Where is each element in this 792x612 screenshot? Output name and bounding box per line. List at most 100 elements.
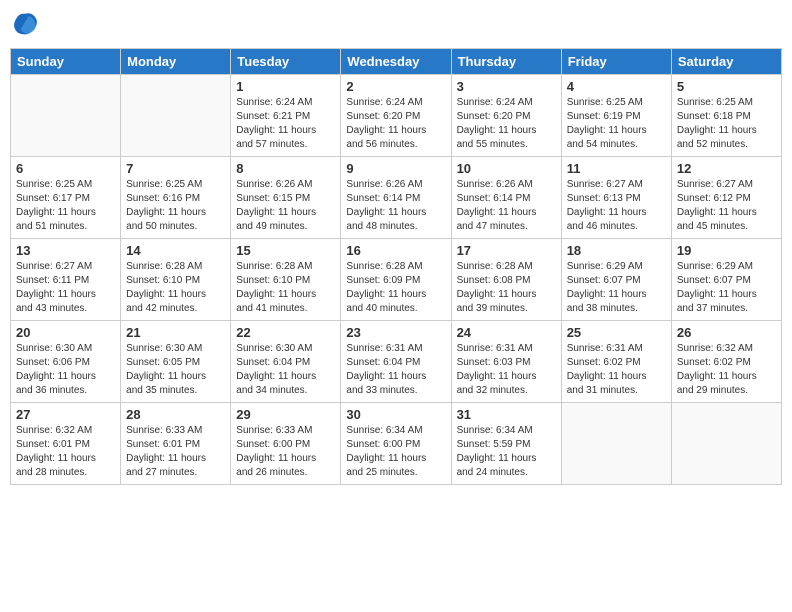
day-info: Sunrise: 6:28 AMSunset: 6:09 PMDaylight:… — [346, 260, 445, 316]
day-number: 1 — [236, 79, 335, 94]
day-info: Sunrise: 6:27 AMSunset: 6:13 PMDaylight:… — [567, 178, 666, 234]
day-info: Sunrise: 6:28 AMSunset: 6:10 PMDaylight:… — [236, 260, 335, 316]
calendar-cell: 21 Sunrise: 6:30 AMSunset: 6:05 PMDayligh… — [121, 321, 231, 403]
day-info: Sunrise: 6:24 AMSunset: 6:21 PMDaylight:… — [236, 96, 335, 152]
calendar-cell: 4 Sunrise: 6:25 AMSunset: 6:19 PMDaylight… — [561, 75, 671, 157]
day-number: 27 — [16, 407, 115, 422]
day-info: Sunrise: 6:30 AMSunset: 6:05 PMDaylight:… — [126, 342, 225, 398]
day-number: 13 — [16, 243, 115, 258]
day-info: Sunrise: 6:25 AMSunset: 6:16 PMDaylight:… — [126, 178, 225, 234]
calendar-cell: 3 Sunrise: 6:24 AMSunset: 6:20 PMDaylight… — [451, 75, 561, 157]
calendar-cell: 24Sunrise: 6:31 AMSunset: 6:03 PMDayligh… — [451, 321, 561, 403]
calendar-day-header: Thursday — [451, 49, 561, 75]
day-number: 4 — [567, 79, 666, 94]
calendar-week-row: 1 Sunrise: 6:24 AMSunset: 6:21 PMDaylight… — [11, 75, 782, 157]
calendar-day-header: Tuesday — [231, 49, 341, 75]
day-info: Sunrise: 6:28 AMSunset: 6:10 PMDaylight:… — [126, 260, 225, 316]
day-info: Sunrise: 6:25 AMSunset: 6:18 PMDaylight:… — [677, 96, 776, 152]
day-number: 14 — [126, 243, 225, 258]
calendar-cell: 7 Sunrise: 6:25 AMSunset: 6:16 PMDaylight… — [121, 157, 231, 239]
day-number: 21 — [126, 325, 225, 340]
page: SundayMondayTuesdayWednesdayThursdayFrid… — [0, 0, 792, 612]
day-info: Sunrise: 6:32 AMSunset: 6:02 PMDaylight:… — [677, 342, 776, 398]
calendar-day-header: Wednesday — [341, 49, 451, 75]
calendar-day-header: Saturday — [671, 49, 781, 75]
calendar-cell: 5 Sunrise: 6:25 AMSunset: 6:18 PMDaylight… — [671, 75, 781, 157]
day-info: Sunrise: 6:34 AMSunset: 6:00 PMDaylight:… — [346, 424, 445, 480]
day-number: 26 — [677, 325, 776, 340]
day-number: 11 — [567, 161, 666, 176]
calendar-week-row: 27 Sunrise: 6:32 AMSunset: 6:01 PMDayligh… — [11, 403, 782, 485]
day-number: 3 — [457, 79, 556, 94]
day-number: 15 — [236, 243, 335, 258]
day-number: 5 — [677, 79, 776, 94]
calendar-cell: 25 Sunrise: 6:31 AMSunset: 6:02 PMDayligh… — [561, 321, 671, 403]
day-info: Sunrise: 6:32 AMSunset: 6:01 PMDaylight:… — [16, 424, 115, 480]
day-number: 23 — [346, 325, 445, 340]
calendar-cell: 11 Sunrise: 6:27 AMSunset: 6:13 PMDayligh… — [561, 157, 671, 239]
day-number: 16 — [346, 243, 445, 258]
logo-icon — [10, 10, 40, 40]
calendar-cell: 14 Sunrise: 6:28 AMSunset: 6:10 PMDayligh… — [121, 239, 231, 321]
calendar-cell: 15 Sunrise: 6:28 AMSunset: 6:10 PMDayligh… — [231, 239, 341, 321]
calendar-cell: 29 Sunrise: 6:33 AMSunset: 6:00 PMDayligh… — [231, 403, 341, 485]
header — [10, 10, 782, 40]
day-number: 9 — [346, 161, 445, 176]
day-info: Sunrise: 6:24 AMSunset: 6:20 PMDaylight:… — [457, 96, 556, 152]
calendar-cell: 6 Sunrise: 6:25 AMSunset: 6:17 PMDaylight… — [11, 157, 121, 239]
day-info: Sunrise: 6:29 AMSunset: 6:07 PMDaylight:… — [567, 260, 666, 316]
calendar-cell — [671, 403, 781, 485]
day-number: 20 — [16, 325, 115, 340]
calendar-cell: 23 Sunrise: 6:31 AMSunset: 6:04 PMDayligh… — [341, 321, 451, 403]
calendar-cell: 19 Sunrise: 6:29 AMSunset: 6:07 PMDayligh… — [671, 239, 781, 321]
day-info: Sunrise: 6:24 AMSunset: 6:20 PMDaylight:… — [346, 96, 445, 152]
calendar-cell: 2Sunrise: 6:24 AMSunset: 6:20 PMDaylight… — [341, 75, 451, 157]
day-info: Sunrise: 6:30 AMSunset: 6:06 PMDaylight:… — [16, 342, 115, 398]
day-number: 19 — [677, 243, 776, 258]
day-number: 18 — [567, 243, 666, 258]
day-info: Sunrise: 6:25 AMSunset: 6:17 PMDaylight:… — [16, 178, 115, 234]
calendar-day-header: Friday — [561, 49, 671, 75]
calendar-day-header: Monday — [121, 49, 231, 75]
calendar-cell: 17Sunrise: 6:28 AMSunset: 6:08 PMDayligh… — [451, 239, 561, 321]
day-info: Sunrise: 6:31 AMSunset: 6:02 PMDaylight:… — [567, 342, 666, 398]
day-number: 22 — [236, 325, 335, 340]
day-number: 31 — [457, 407, 556, 422]
calendar-cell: 9Sunrise: 6:26 AMSunset: 6:14 PMDaylight… — [341, 157, 451, 239]
calendar-day-header: Sunday — [11, 49, 121, 75]
calendar-cell: 27 Sunrise: 6:32 AMSunset: 6:01 PMDayligh… — [11, 403, 121, 485]
day-info: Sunrise: 6:29 AMSunset: 6:07 PMDaylight:… — [677, 260, 776, 316]
calendar-cell: 22 Sunrise: 6:30 AMSunset: 6:04 PMDayligh… — [231, 321, 341, 403]
day-number: 30 — [346, 407, 445, 422]
day-info: Sunrise: 6:30 AMSunset: 6:04 PMDaylight:… — [236, 342, 335, 398]
calendar-header-row: SundayMondayTuesdayWednesdayThursdayFrid… — [11, 49, 782, 75]
calendar-table: SundayMondayTuesdayWednesdayThursdayFrid… — [10, 48, 782, 485]
day-number: 29 — [236, 407, 335, 422]
day-number: 8 — [236, 161, 335, 176]
calendar-cell: 20 Sunrise: 6:30 AMSunset: 6:06 PMDayligh… — [11, 321, 121, 403]
day-info: Sunrise: 6:25 AMSunset: 6:19 PMDaylight:… — [567, 96, 666, 152]
day-info: Sunrise: 6:28 AMSunset: 6:08 PMDaylight:… — [457, 260, 556, 316]
calendar-week-row: 13 Sunrise: 6:27 AMSunset: 6:11 PMDayligh… — [11, 239, 782, 321]
day-info: Sunrise: 6:33 AMSunset: 6:00 PMDaylight:… — [236, 424, 335, 480]
day-info: Sunrise: 6:34 AMSunset: 5:59 PMDaylight:… — [457, 424, 556, 480]
calendar-cell: 30 Sunrise: 6:34 AMSunset: 6:00 PMDayligh… — [341, 403, 451, 485]
day-number: 6 — [16, 161, 115, 176]
calendar-cell: 10Sunrise: 6:26 AMSunset: 6:14 PMDayligh… — [451, 157, 561, 239]
calendar-cell: 1 Sunrise: 6:24 AMSunset: 6:21 PMDaylight… — [231, 75, 341, 157]
calendar-cell — [121, 75, 231, 157]
calendar-cell: 16 Sunrise: 6:28 AMSunset: 6:09 PMDayligh… — [341, 239, 451, 321]
day-number: 7 — [126, 161, 225, 176]
day-number: 10 — [457, 161, 556, 176]
day-number: 28 — [126, 407, 225, 422]
calendar-cell — [11, 75, 121, 157]
day-number: 12 — [677, 161, 776, 176]
calendar-cell: 28 Sunrise: 6:33 AMSunset: 6:01 PMDayligh… — [121, 403, 231, 485]
calendar-cell: 8Sunrise: 6:26 AMSunset: 6:15 PMDaylight… — [231, 157, 341, 239]
day-number: 25 — [567, 325, 666, 340]
day-info: Sunrise: 6:27 AMSunset: 6:11 PMDaylight:… — [16, 260, 115, 316]
day-info: Sunrise: 6:33 AMSunset: 6:01 PMDaylight:… — [126, 424, 225, 480]
day-info: Sunrise: 6:31 AMSunset: 6:04 PMDaylight:… — [346, 342, 445, 398]
calendar-cell: 31 Sunrise: 6:34 AMSunset: 5:59 PMDayligh… — [451, 403, 561, 485]
calendar-cell: 18 Sunrise: 6:29 AMSunset: 6:07 PMDayligh… — [561, 239, 671, 321]
